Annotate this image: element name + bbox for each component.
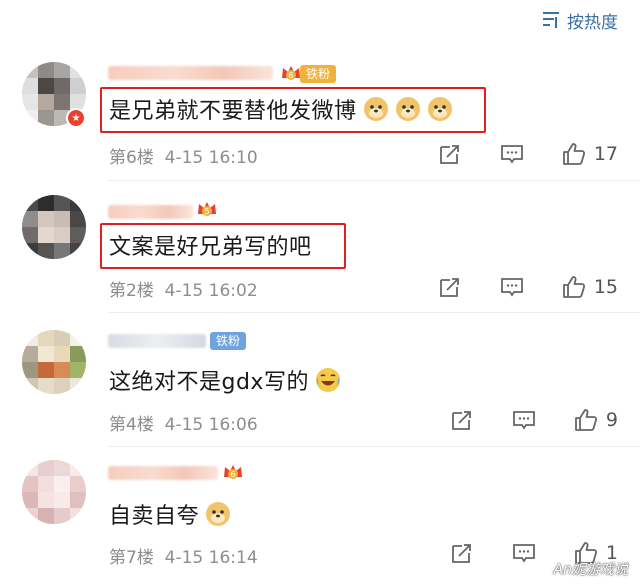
svg-text:6: 6 [230, 470, 235, 479]
username-blurred[interactable] [108, 205, 193, 219]
crown-icon: 5 [198, 202, 216, 216]
comment-time: 16:14 [208, 548, 258, 568]
fan-badge: 铁粉 [210, 332, 247, 350]
like-count: 15 [593, 276, 618, 298]
comment-meta: 第2楼 4-15 16:02 [109, 276, 258, 301]
comment-text: 是兄弟就不要替他发微博 [109, 93, 453, 125]
doge-emoji [395, 97, 420, 121]
divider [108, 180, 640, 181]
share-icon[interactable] [450, 408, 474, 432]
divider [108, 312, 640, 313]
comment-date: 4-15 [164, 148, 204, 168]
divider [108, 446, 640, 447]
doge-emoji [206, 502, 231, 526]
comment-icon[interactable] [500, 142, 524, 166]
username-blurred[interactable] [108, 466, 218, 480]
comment-time: 16:10 [208, 148, 258, 168]
floor-label: 第4楼 [109, 415, 154, 435]
comment-date: 4-15 [164, 415, 204, 435]
like-count: 17 [593, 143, 618, 165]
share-icon[interactable] [450, 541, 474, 565]
comment-text: 这绝对不是gdx写的 [109, 364, 341, 396]
svg-text:5: 5 [204, 207, 209, 216]
like-count: 9 [605, 409, 618, 431]
avatar[interactable] [22, 460, 86, 524]
floor-label: 第7楼 [109, 548, 154, 568]
comment-meta: 第7楼 4-15 16:14 [109, 543, 258, 568]
fan-badge: 铁粉 [300, 65, 337, 83]
like-icon[interactable] [562, 142, 586, 166]
like-icon[interactable] [574, 408, 598, 432]
avatar[interactable] [22, 195, 86, 259]
comment-date: 4-15 [164, 281, 204, 301]
comment-time: 16:02 [208, 281, 258, 301]
username-blurred[interactable] [108, 66, 273, 80]
comment-actions: 9 [450, 408, 618, 432]
comment-actions: 15 [438, 275, 618, 299]
comment-time: 16:06 [208, 415, 258, 435]
floor-label: 第2楼 [109, 281, 154, 301]
doge-emoji [427, 97, 452, 121]
share-icon[interactable] [438, 275, 462, 299]
sort-label: 按热度 [567, 12, 618, 33]
comment-icon[interactable] [512, 541, 536, 565]
laugh-cry-emoji [315, 368, 340, 392]
like-icon[interactable] [562, 275, 586, 299]
floor-label: 第6楼 [109, 148, 154, 168]
comment-icon[interactable] [512, 408, 536, 432]
username-blurred[interactable] [108, 334, 206, 348]
sort-by-hot-button[interactable]: 按热度 [541, 6, 618, 34]
comment-date: 4-15 [164, 548, 204, 568]
comment-meta: 第4楼 4-15 16:06 [109, 410, 258, 435]
avatar[interactable] [22, 330, 86, 394]
svg-text:6: 6 [288, 71, 293, 80]
comment-actions: 17 [438, 142, 618, 166]
doge-emoji [363, 97, 388, 121]
watermark: An妮游戏说 [553, 562, 628, 578]
crown-icon: 6 [224, 465, 242, 479]
sort-icon [543, 12, 559, 28]
comment-icon[interactable] [500, 275, 524, 299]
comment-meta: 第6楼 4-15 16:10 [109, 143, 258, 168]
crown-icon: 6 [282, 66, 300, 80]
comment-text: 文案是好兄弟写的吧 [109, 235, 312, 260]
comment-text: 自卖自夸 [109, 498, 231, 530]
share-icon[interactable] [438, 142, 462, 166]
verified-badge-icon: ★ [66, 108, 86, 128]
